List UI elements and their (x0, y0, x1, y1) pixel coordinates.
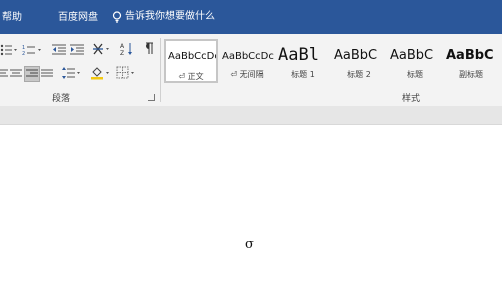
style-name: 标题 2 (347, 70, 371, 79)
sort-icon[interactable]: AZ (120, 42, 134, 56)
svg-text:2: 2 (22, 51, 25, 56)
svg-text:Z: Z (120, 50, 124, 56)
tell-me-search[interactable]: 告诉我你想要做什么 (112, 11, 215, 23)
style-no-spacing[interactable]: AaBbCcDc ⏎ 无间隔 (220, 39, 274, 83)
show-marks-icon[interactable] (142, 42, 154, 56)
style-heading-1[interactable]: AaBl 标题 1 (276, 39, 330, 83)
paragraph-group-label: 段落 (52, 94, 71, 104)
style-sample: AaBbC (334, 48, 378, 63)
paragraph-dialog-launcher-icon[interactable] (148, 94, 155, 101)
svg-text:A: A (120, 43, 125, 50)
tab-baidu-netdisk[interactable]: 百度网盘 (58, 12, 98, 24)
group-divider (160, 38, 161, 102)
justify-icon[interactable] (40, 67, 54, 81)
ribbon-tab-bar: 帮助 百度网盘 告诉我你想要做什么 (0, 0, 502, 34)
tab-help[interactable]: 帮助 (2, 12, 22, 24)
ribbon: 12 AZ 段落 AaBbCcDc ⏎ 正文 AaBbCcDc ⏎ 无间隔 Aa… (0, 34, 502, 107)
style-name: 标题 1 (291, 70, 315, 79)
style-normal[interactable]: AaBbCcDc ⏎ 正文 (164, 39, 218, 83)
tell-me-label: 告诉我你想要做什么 (125, 11, 215, 22)
style-sample: AaBbCcDc (222, 51, 274, 62)
style-subtitle[interactable]: AaBbC 副标题 (444, 39, 498, 83)
style-title[interactable]: AaBbC 标题 (388, 39, 442, 83)
style-name: ⏎ 无间隔 (230, 70, 264, 79)
style-name: 副标题 (459, 70, 483, 79)
style-sample: AaBbC (446, 48, 494, 63)
style-heading-2[interactable]: AaBbC 标题 2 (332, 39, 386, 83)
increase-indent-icon[interactable] (70, 43, 84, 57)
styles-group-label: 样式 (402, 94, 421, 104)
numbering-icon[interactable]: 12 (22, 43, 44, 57)
borders-icon[interactable] (116, 66, 138, 80)
chinese-layout-icon[interactable] (92, 42, 112, 56)
center-icon[interactable] (10, 67, 22, 81)
align-right-icon[interactable] (24, 66, 40, 82)
paragraph-group: 12 AZ 段落 (0, 34, 160, 106)
decrease-indent-icon[interactable] (52, 43, 66, 57)
style-name: 标题 (407, 70, 423, 79)
style-name: ⏎ 正文 (178, 72, 204, 81)
style-sample: AaBl (278, 45, 319, 65)
style-sample: AaBbC (390, 48, 434, 63)
document-text[interactable]: σ (245, 237, 254, 252)
align-left-icon[interactable] (0, 67, 8, 81)
lightbulb-icon (112, 11, 122, 23)
bullets-icon[interactable] (0, 43, 18, 57)
shading-icon[interactable] (90, 66, 112, 80)
document-header-strip (0, 106, 502, 125)
document-page[interactable]: σ (0, 125, 502, 283)
line-spacing-icon[interactable] (62, 66, 82, 80)
style-sample: AaBbCcDc (168, 51, 216, 62)
